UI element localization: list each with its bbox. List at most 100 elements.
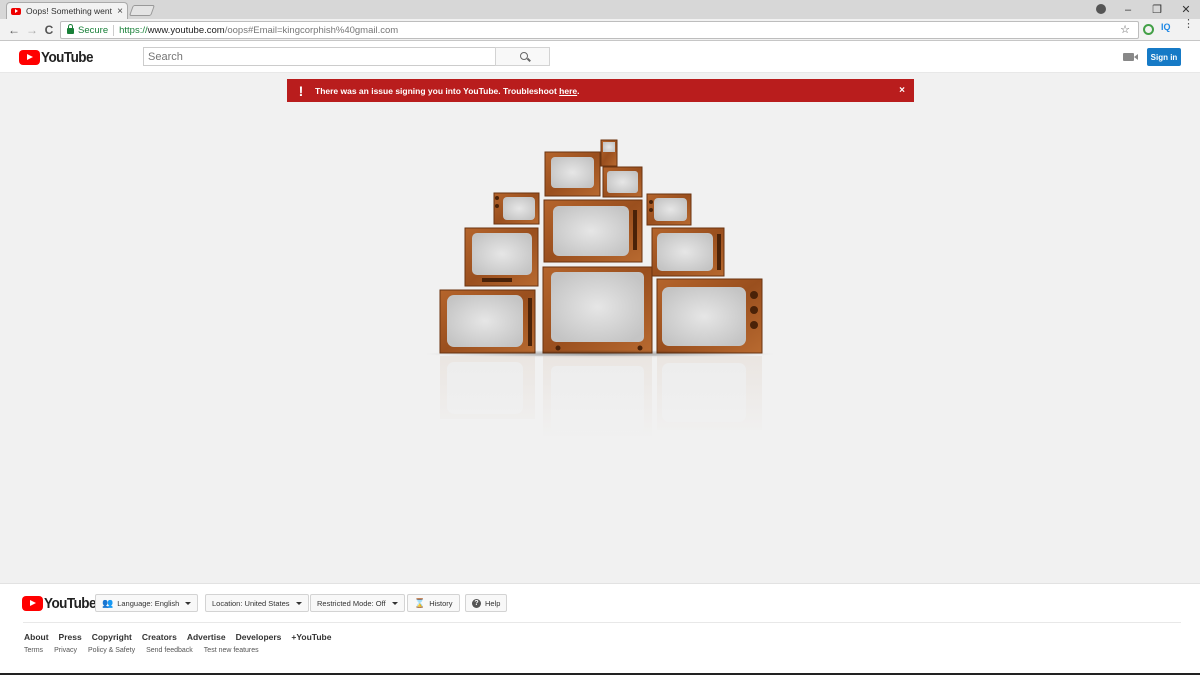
tv-screen — [551, 157, 594, 188]
footer-link-test-features[interactable]: Test new features — [204, 647, 259, 654]
chevron-down-icon — [185, 601, 192, 605]
extension-iq-icon[interactable]: IQ — [1161, 22, 1171, 32]
close-window-icon[interactable]: ✕ — [1172, 0, 1200, 19]
tv-group — [439, 139, 763, 354]
footer-divider — [23, 622, 1181, 623]
upload-video-icon[interactable] — [1123, 53, 1138, 61]
tv-knob — [750, 321, 758, 329]
tv-speaker — [482, 278, 512, 282]
footer-link-send-feedback[interactable]: Send feedback — [146, 647, 193, 654]
tv-speaker — [633, 210, 637, 250]
footer-link-terms[interactable]: Terms — [24, 647, 43, 654]
browser-tab-strip: Oops! Something went w × – ❐ ✕ — [0, 0, 1200, 19]
youtube-logo-text: YouTube — [41, 49, 93, 66]
address-bar[interactable]: Secure https:// www.youtube.com /oops#Em… — [60, 21, 1139, 39]
language-label: Language: English — [117, 598, 180, 608]
tv-screen — [447, 295, 523, 347]
tv-speaker — [717, 234, 721, 270]
history-label: History — [429, 598, 453, 608]
location-label: Location: United States — [212, 598, 290, 608]
tv-speaker — [528, 298, 532, 346]
footer-logo-text: YouTube — [44, 595, 96, 612]
youtube-logo[interactable]: YouTube — [19, 49, 99, 66]
browser-tab[interactable]: Oops! Something went w × — [6, 2, 128, 19]
tv-knob — [649, 200, 653, 204]
tv-screen — [503, 197, 535, 220]
restricted-mode-button[interactable]: Restricted Mode: Off — [310, 594, 405, 612]
profile-icon[interactable] — [1096, 4, 1106, 14]
reflection-fade — [420, 356, 780, 440]
lock-icon — [67, 24, 74, 34]
alert-text-after: . — [577, 85, 580, 96]
minimize-icon[interactable]: – — [1114, 0, 1142, 19]
bookmark-star-icon[interactable]: ☆ — [1120, 23, 1130, 36]
tv-screen — [551, 272, 644, 342]
tv-knob — [495, 204, 499, 208]
footer-link-press[interactable]: Press — [59, 632, 82, 642]
tv-knob — [750, 291, 758, 299]
history-button[interactable]: ⌛ History — [407, 594, 460, 612]
forward-icon[interactable]: → — [24, 22, 40, 38]
browser-toolbar: ← → C Secure https:// www.youtube.com /o… — [0, 19, 1200, 41]
sign-in-button[interactable]: Sign in — [1147, 48, 1181, 66]
troubleshoot-link[interactable]: here — [559, 86, 577, 96]
chevron-down-icon — [391, 601, 398, 605]
help-icon: ? — [472, 598, 481, 608]
language-button[interactable]: 👥 Language: English — [95, 594, 199, 612]
search-icon — [520, 52, 528, 60]
restore-icon[interactable]: ❐ — [1143, 0, 1171, 19]
separator — [113, 24, 115, 36]
page-footer: YouTube 👥 Language: English Location: Un… — [0, 583, 1200, 675]
exclamation-icon: ! — [298, 82, 304, 99]
footer-link-privacy[interactable]: Privacy — [54, 647, 77, 654]
footer-link-plus-youtube[interactable]: +YouTube — [291, 632, 331, 642]
chevron-down-icon — [295, 601, 302, 605]
back-icon[interactable]: ← — [6, 22, 22, 38]
youtube-favicon-icon — [11, 7, 21, 15]
browser-menu-icon[interactable]: ⋮ — [1183, 19, 1194, 30]
footer-youtube-logo[interactable]: YouTube — [22, 595, 102, 612]
new-tab-button[interactable] — [128, 5, 156, 16]
language-people-icon: 👥 — [102, 597, 114, 608]
tab-close-icon[interactable]: × — [117, 6, 123, 17]
youtube-play-icon — [22, 596, 43, 611]
tv-knob — [495, 196, 499, 200]
help-label: Help — [485, 598, 501, 608]
footer-link-policy-safety[interactable]: Policy & Safety — [88, 647, 135, 654]
alert-message: There was an issue signing you into YouT… — [315, 86, 580, 96]
tv-knob — [649, 208, 653, 212]
tv-knob — [555, 345, 561, 351]
search-button[interactable] — [495, 47, 550, 66]
secure-label: Secure — [78, 24, 109, 36]
tv-pile-illustration — [420, 139, 780, 440]
footer-link-developers[interactable]: Developers — [236, 632, 282, 642]
footer-link-copyright[interactable]: Copyright — [92, 632, 132, 642]
tv-screen — [553, 206, 629, 256]
url-path: /oops#Email=kingcorphish%40gmail.com — [224, 24, 399, 36]
footer-small-links: Terms Privacy Policy & Safety Send feedb… — [24, 647, 270, 654]
extension-green-icon[interactable] — [1143, 24, 1154, 35]
reload-icon[interactable]: C — [41, 22, 57, 38]
youtube-play-icon — [19, 50, 40, 65]
youtube-masthead: YouTube Sign in — [0, 41, 1200, 73]
url-scheme: https:// — [119, 24, 148, 36]
alert-close-icon[interactable]: × — [899, 85, 905, 96]
footer-link-advertise[interactable]: Advertise — [187, 632, 226, 642]
alert-text-before: There was an issue signing you into YouT… — [315, 85, 560, 96]
hourglass-icon: ⌛ — [414, 597, 426, 608]
footer-link-creators[interactable]: Creators — [142, 632, 177, 642]
tv-screen — [662, 287, 746, 346]
tv-screen — [657, 233, 713, 271]
tv-screen — [654, 198, 687, 221]
tv-screen — [472, 233, 532, 275]
restricted-mode-label: Restricted Mode: Off — [317, 598, 386, 608]
search-input[interactable] — [143, 47, 496, 66]
url-host: www.youtube.com — [147, 24, 225, 36]
footer-links: About Press Copyright Creators Advertise… — [24, 632, 341, 642]
error-alert: ! There was an issue signing you into Yo… — [287, 79, 914, 102]
location-button[interactable]: Location: United States — [205, 594, 309, 612]
footer-link-about[interactable]: About — [24, 632, 49, 642]
help-button[interactable]: ? Help — [465, 594, 508, 612]
tv-screen — [603, 142, 615, 152]
tab-title: Oops! Something went w — [26, 6, 115, 16]
